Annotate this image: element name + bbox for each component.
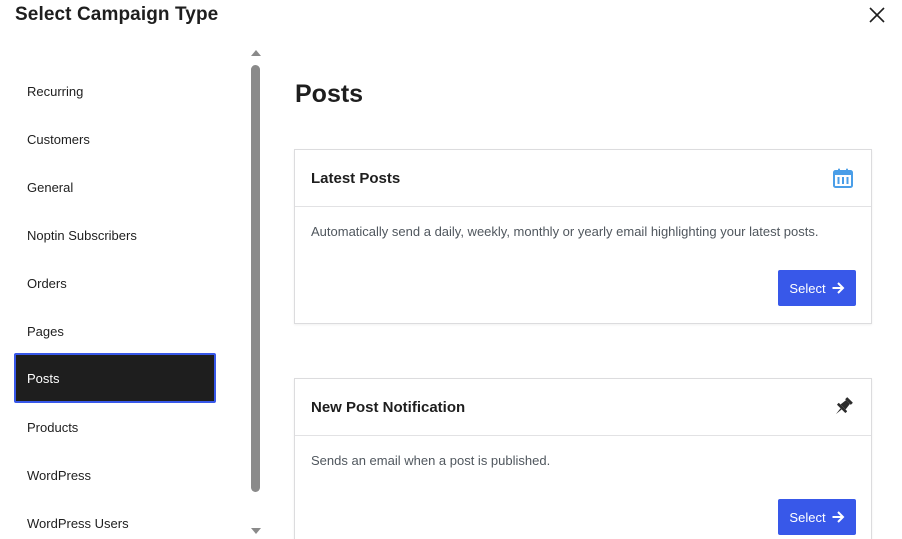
scroll-up-arrow-icon[interactable] xyxy=(251,50,261,56)
select-latest-posts-button[interactable]: Select xyxy=(778,270,856,306)
sidebar-item-general[interactable]: General xyxy=(14,163,216,211)
sidebar-item-wordpress[interactable]: WordPress xyxy=(14,451,216,499)
sidebar-item-orders[interactable]: Orders xyxy=(14,259,216,307)
sidebar-scrollbar[interactable] xyxy=(248,48,264,539)
select-button-label: Select xyxy=(789,509,826,525)
calendar-icon xyxy=(831,166,855,190)
card-description: Sends an email when a post is published. xyxy=(311,453,551,468)
arrow-right-icon xyxy=(831,281,845,295)
arrow-right-icon xyxy=(831,510,845,524)
sidebar-item-recurring[interactable]: Recurring xyxy=(14,67,216,115)
card-title: Latest Posts xyxy=(311,170,401,187)
close-icon xyxy=(869,7,885,23)
scroll-thumb[interactable] xyxy=(251,65,260,492)
campaign-category-sidebar: Recurring Customers General Noptin Subsc… xyxy=(0,48,248,539)
select-button-label: Select xyxy=(789,280,826,296)
section-title: Posts xyxy=(295,80,364,108)
sidebar-item-posts[interactable]: Posts xyxy=(14,353,216,403)
campaign-card-new-post-notification: New Post Notification Sends an email whe… xyxy=(294,378,872,539)
card-header: Latest Posts xyxy=(295,150,871,207)
card-title: New Post Notification xyxy=(311,399,466,416)
sidebar-item-products[interactable]: Products xyxy=(14,403,216,451)
sidebar-item-customers[interactable]: Customers xyxy=(14,115,216,163)
pin-icon xyxy=(831,395,855,419)
scroll-down-arrow-icon[interactable] xyxy=(251,528,261,534)
select-new-post-notification-button[interactable]: Select xyxy=(778,499,856,535)
modal-title: Select Campaign Type xyxy=(15,4,219,25)
sidebar-item-noptin-subscribers[interactable]: Noptin Subscribers xyxy=(14,211,216,259)
sidebar-item-wordpress-users[interactable]: WordPress Users xyxy=(14,499,216,539)
card-description: Automatically send a daily, weekly, mont… xyxy=(311,224,819,239)
campaign-type-modal: Select Campaign Type Recurring Customers… xyxy=(0,0,902,539)
campaign-card-latest-posts: Latest Posts Automatically send a daily,… xyxy=(294,149,872,324)
sidebar-item-pages[interactable]: Pages xyxy=(14,307,216,355)
close-button[interactable] xyxy=(864,2,890,28)
card-header: New Post Notification xyxy=(295,379,871,436)
